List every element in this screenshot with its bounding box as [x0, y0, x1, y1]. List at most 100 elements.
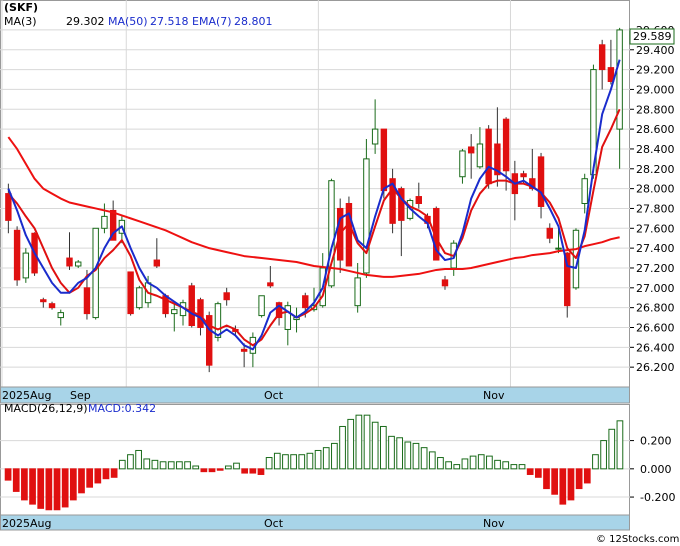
- macd-bar: [298, 454, 306, 470]
- candle: [127, 271, 134, 316]
- candle-body: [415, 196, 422, 205]
- candle: [136, 285, 143, 310]
- macd-bar: [469, 455, 477, 470]
- macd-bar: [159, 461, 167, 470]
- macd-bar: [379, 425, 387, 470]
- candle-body: [153, 259, 161, 267]
- macd-bar: [216, 468, 224, 471]
- candle-body: [537, 156, 545, 207]
- macd-bar: [592, 454, 599, 470]
- macd-bar: [404, 441, 412, 470]
- candle-body: [101, 215, 108, 229]
- macd-bar: [559, 468, 567, 505]
- candle: [188, 282, 195, 328]
- macd-bar: [249, 468, 257, 474]
- candle-body: [476, 143, 484, 168]
- price-tick-label: 27.400: [636, 242, 675, 255]
- macd-bar: [167, 461, 175, 470]
- macd-bar: [118, 459, 126, 470]
- candle-body: [267, 282, 274, 287]
- macd-bar: [453, 464, 461, 470]
- macd-bar: [37, 468, 45, 509]
- macd-bar: [339, 425, 346, 470]
- macd-bar: [135, 449, 142, 470]
- price-tick-label: 27.200: [636, 262, 675, 275]
- macd-bar: [371, 421, 379, 470]
- candle-body: [441, 279, 449, 287]
- macd-bar: [94, 468, 102, 484]
- macd-bar: [461, 458, 469, 470]
- candle-body: [555, 247, 562, 250]
- macd-bar: [445, 461, 452, 470]
- price-tick-label: 26.800: [636, 302, 675, 315]
- date-label: Oct: [264, 389, 284, 402]
- candle: [363, 139, 370, 278]
- price-tick-label: 29.400: [636, 44, 675, 57]
- macd-bar: [241, 468, 249, 474]
- price-panel: [0, 0, 630, 403]
- macd-date-label: Nov: [483, 517, 505, 530]
- macd-bar: [477, 454, 485, 470]
- macd-bar: [583, 468, 591, 484]
- macd-bar: [428, 451, 436, 470]
- macd-bar: [282, 454, 289, 470]
- price-tick-label: 28.200: [636, 163, 675, 176]
- candle-body: [607, 67, 615, 82]
- macd-bar: [69, 468, 77, 501]
- macd-bar: [412, 442, 420, 470]
- candle: [485, 125, 492, 189]
- candle-body: [48, 303, 56, 309]
- macd-bar: [78, 468, 85, 494]
- macd-bar: [600, 440, 607, 470]
- macd-bar: [363, 414, 371, 470]
- macd-bar: [224, 465, 232, 470]
- candle-body: [127, 271, 134, 315]
- candle-body: [22, 252, 30, 279]
- macd-bar: [265, 457, 273, 470]
- macd-bar: [608, 428, 616, 470]
- candle-body: [13, 229, 21, 281]
- macd-bar: [388, 435, 395, 470]
- macd-bar: [543, 468, 550, 490]
- macd-bar: [437, 457, 444, 470]
- macd-bar: [331, 442, 338, 470]
- macd-bar: [396, 437, 404, 470]
- price-tick-label: 27.000: [636, 282, 675, 295]
- macd-bar: [510, 464, 518, 470]
- macd-bar: [127, 454, 134, 470]
- candle-body: [467, 146, 475, 154]
- macd-bar: [86, 468, 94, 488]
- chart-title: (SKF): [4, 1, 38, 14]
- last-price-label: 29.589: [633, 30, 672, 43]
- candle-body: [197, 299, 204, 328]
- candle-body: [581, 178, 588, 204]
- macd-bar: [526, 468, 534, 475]
- macd-bar: [21, 468, 28, 501]
- candle-body: [5, 193, 12, 221]
- candle: [389, 168, 396, 234]
- price-tick-label: 28.400: [636, 143, 675, 156]
- candle: [258, 295, 265, 318]
- price-tick-label: 27.600: [636, 222, 675, 235]
- date-band: [0, 386, 630, 404]
- candle: [13, 226, 21, 286]
- macd-value-label: MACD:0.342: [88, 402, 156, 415]
- macd-bar: [616, 420, 624, 470]
- candle: [345, 196, 353, 267]
- candle: [22, 248, 30, 283]
- candle: [92, 227, 99, 320]
- price-tick-label: 28.000: [636, 183, 675, 196]
- price-tick-label: 28.800: [636, 103, 675, 116]
- candle-body: [188, 285, 195, 327]
- candle-body: [502, 118, 510, 172]
- candle: [206, 311, 213, 373]
- candle-body: [485, 128, 492, 185]
- price-tick-label: 27.800: [636, 202, 675, 215]
- macd-date-label: Oct: [264, 517, 284, 530]
- macd-bar: [575, 468, 583, 490]
- candle-body: [258, 295, 265, 317]
- candle-body: [354, 277, 361, 307]
- candle-body: [240, 348, 248, 352]
- macd-bar: [534, 468, 542, 478]
- candle-body: [520, 173, 527, 178]
